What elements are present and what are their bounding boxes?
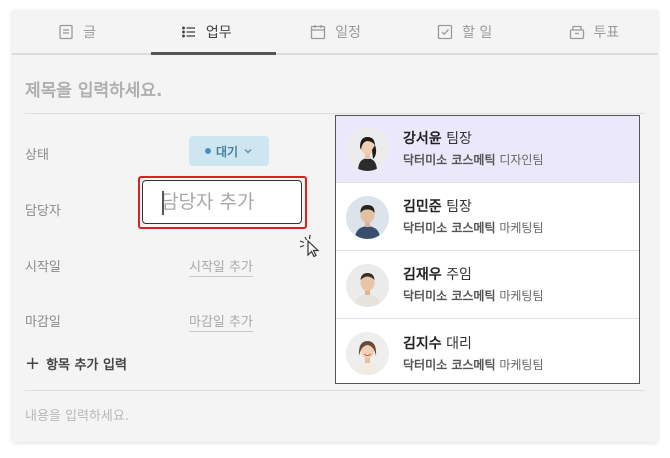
member-team: 마케팅팀	[499, 221, 544, 235]
content-divider	[25, 390, 645, 391]
avatar	[346, 127, 389, 171]
member-option[interactable]: 김재우 주임 닥터미소 코스메틱 마케팅팀	[336, 252, 639, 319]
member-org: 닥터미소 코스메틱	[403, 357, 496, 372]
title-divider	[25, 113, 645, 114]
active-tab-indicator	[151, 52, 276, 55]
member-name: 김재우	[403, 267, 442, 283]
member-org: 닥터미소 코스메틱	[403, 221, 496, 235]
tab-todo-label: 할 일	[462, 25, 493, 41]
tab-divider	[12, 53, 658, 55]
member-title: 팀장	[446, 199, 472, 215]
tab-todo[interactable]: 할 일	[400, 10, 529, 54]
member-team: 디자인팀	[499, 153, 544, 167]
member-option[interactable]: 김지수 대리 닥터미소 코스메틱 마케팅팀	[336, 320, 639, 383]
ballot-box-icon	[569, 25, 584, 40]
plus-icon: +	[25, 352, 41, 374]
member-option[interactable]: 강서윤 팀장 닥터미소 코스메틱 디자인팀	[336, 116, 639, 183]
checkbox-icon	[437, 24, 453, 40]
title-input[interactable]: 제목을 입력하세요.	[25, 76, 163, 101]
assignee-input[interactable]	[142, 180, 302, 224]
tab-task-label: 업무	[205, 25, 232, 41]
tab-schedule-label: 일정	[335, 25, 361, 41]
calendar-icon	[310, 25, 326, 40]
member-team: 마케팅팀	[499, 357, 544, 372]
avatar	[346, 195, 389, 239]
tab-post-label: 글	[83, 25, 97, 41]
member-org: 닥터미소 코스메틱	[403, 153, 496, 167]
member-org: 닥터미소 코스메틱	[403, 289, 496, 303]
member-title: 주임	[446, 267, 472, 283]
member-team: 마케팅팀	[499, 289, 544, 303]
avatar	[346, 263, 389, 307]
start-date-label: 시작일	[25, 260, 61, 275]
tab-post[interactable]: 글	[12, 10, 141, 54]
member-name: 김지수	[403, 335, 442, 352]
post-type-tabs: 글 업무 일정 할 일 투표	[12, 10, 658, 54]
tab-vote[interactable]: 투표	[529, 10, 658, 54]
assignee-label: 담당자	[25, 204, 61, 219]
add-item-label: 항목 추가 입력	[46, 358, 127, 373]
member-title: 팀장	[446, 131, 472, 147]
due-date-label: 마감일	[25, 315, 61, 330]
status-dropdown[interactable]: 대기	[189, 136, 269, 166]
member-title: 대리	[446, 335, 472, 352]
status-dot-icon	[204, 148, 211, 154]
member-name: 김민준	[403, 199, 442, 215]
text-caret	[162, 191, 164, 215]
assignee-suggestion-dropdown: 강서윤 팀장 닥터미소 코스메틱 디자인팀 김민준 팀장 닥터미소 코스메틱 마…	[335, 115, 640, 384]
due-date-add[interactable]: 마감일 추가	[189, 311, 253, 330]
status-label: 상태	[25, 148, 49, 163]
tab-schedule[interactable]: 일정	[270, 10, 399, 54]
member-option[interactable]: 김민준 팀장 닥터미소 코스메틱 마케팅팀	[336, 184, 639, 251]
status-value: 대기	[215, 144, 239, 159]
tab-vote-label: 투표	[593, 25, 620, 41]
avatar	[346, 332, 389, 375]
tab-task[interactable]: 업무	[141, 10, 270, 54]
start-date-add[interactable]: 시작일 추가	[189, 256, 253, 275]
mouse-pointer-icon	[299, 234, 320, 258]
task-list-icon	[181, 26, 195, 38]
document-icon	[59, 24, 73, 40]
chevron-down-icon	[244, 148, 252, 154]
content-input[interactable]: 내용을 입력하세요.	[25, 405, 129, 424]
add-item-button[interactable]: + 항목 추가 입력	[25, 354, 127, 373]
member-name: 강서윤	[403, 131, 442, 147]
